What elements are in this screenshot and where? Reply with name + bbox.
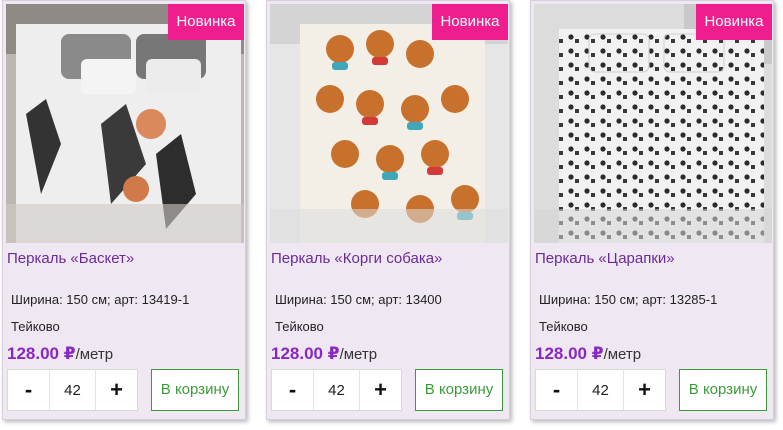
product-city: Тейково (539, 319, 588, 334)
product-price: 128.00 ₽/метр (535, 344, 641, 364)
quantity-input[interactable] (578, 370, 623, 410)
new-badge: Новинка (168, 4, 244, 40)
product-image-tsarapki[interactable]: Новинка (534, 4, 772, 243)
quantity-input[interactable] (50, 370, 95, 410)
increase-button[interactable]: + (359, 370, 401, 410)
product-card: Новинка Перкаль «Баскет» Ширина: 150 см;… (2, 0, 246, 420)
product-title[interactable]: Перкаль «Баскет» (7, 250, 134, 267)
quantity-stepper: - + (271, 369, 402, 411)
price-unit: /метр (75, 346, 114, 363)
new-badge: Новинка (696, 4, 772, 40)
price-unit: /метр (603, 346, 642, 363)
product-price: 128.00 ₽/метр (7, 344, 113, 364)
product-specs: Ширина: 150 см; арт: 13400 (275, 292, 442, 307)
quantity-stepper: - + (7, 369, 138, 411)
product-city: Тейково (275, 319, 324, 334)
product-title[interactable]: Перкаль «Корги собака» (271, 250, 442, 267)
increase-button[interactable]: + (623, 370, 665, 410)
quantity-input[interactable] (314, 370, 359, 410)
decrease-button[interactable]: - (536, 370, 578, 410)
decrease-button[interactable]: - (8, 370, 50, 410)
price-unit: /метр (339, 346, 378, 363)
quantity-stepper: - + (535, 369, 666, 411)
product-specs: Ширина: 150 см; арт: 13419-1 (11, 292, 190, 307)
product-image-corgi[interactable]: Новинка (270, 4, 508, 243)
price-amount: 128.00 ₽ (7, 344, 76, 363)
price-amount: 128.00 ₽ (271, 344, 340, 363)
new-badge: Новинка (432, 4, 508, 40)
product-image-basket[interactable]: Новинка (6, 4, 244, 243)
increase-button[interactable]: + (95, 370, 137, 410)
product-specs: Ширина: 150 см; арт: 13285-1 (539, 292, 718, 307)
product-card: Новинка Перкаль «Царапки» Ширина: 150 см… (530, 0, 774, 420)
product-card: Новинка Перкаль «Корги собака» Ширина: 1… (266, 0, 510, 420)
add-to-cart-button[interactable]: В корзину (151, 369, 239, 411)
product-title[interactable]: Перкаль «Царапки» (535, 250, 675, 267)
add-to-cart-button[interactable]: В корзину (415, 369, 503, 411)
decrease-button[interactable]: - (272, 370, 314, 410)
price-amount: 128.00 ₽ (535, 344, 604, 363)
product-price: 128.00 ₽/метр (271, 344, 377, 364)
product-city: Тейково (11, 319, 60, 334)
add-to-cart-button[interactable]: В корзину (679, 369, 767, 411)
